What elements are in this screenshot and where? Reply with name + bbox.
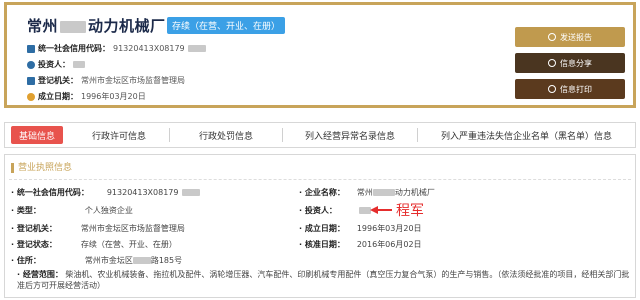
redacted-block [187, 45, 206, 52]
tab-admin-penalty[interactable]: 行政处罚信息 [170, 123, 282, 147]
share-icon [548, 59, 556, 67]
person-icon [27, 60, 35, 69]
field-authority: · 登记机关： 常州市金坛区市场监督管理局 [11, 224, 185, 233]
arrow-left-icon [370, 206, 378, 214]
arrow-line [378, 209, 392, 211]
tab-blacklist[interactable]: 列入严重违法失信企业名单（黑名单）信息 [418, 123, 635, 147]
company-title-suffix: 动力机械厂 [88, 17, 166, 35]
field-founded: · 成立日期： 1996年03月20日 [299, 224, 422, 233]
redacted-block [60, 20, 87, 33]
company-title-prefix: 常州 [27, 17, 59, 35]
field-address: · 住所： 常州市金坛区 路185号 [11, 256, 183, 265]
tab-admin-license[interactable]: 行政许可信息 [69, 123, 169, 147]
header-authority: 登记机关： 常州市金坛区市场监督管理局 [27, 75, 185, 86]
business-license-panel: 营业执照信息 · 统一社会信用代码： 91320413X08179 · 企业名称… [4, 154, 636, 298]
clock-icon [27, 92, 35, 101]
company-header-card: 常州 动力机械厂 存续（在营、开业、在册） 统一社会信用代码： 91320413X… [4, 2, 636, 108]
company-title: 常州 动力机械厂 [27, 15, 166, 36]
field-credit-code: · 统一社会信用代码： 91320413X08179 [11, 187, 201, 198]
id-card-icon [27, 44, 35, 53]
tab-basic-info[interactable]: 基础信息 [11, 126, 64, 144]
print-info-button[interactable]: 信息打印 [515, 79, 625, 99]
redacted-block [182, 189, 201, 196]
send-report-button[interactable]: 发送报告 [515, 27, 625, 47]
field-business-scope: · 经营范围： 柴油机、农业机械装备、拖拉机及配件、涡轮增压器、汽车配件、印刷机… [17, 270, 630, 290]
field-reg-status: · 登记状态： 存续（在营、开业、在册） [11, 240, 177, 249]
handwritten-annotation: 程军 [370, 200, 424, 220]
field-investor: · 投资人： [299, 205, 371, 216]
field-approval-date: · 核准日期： 2016年06月02日 [299, 240, 422, 249]
redacted-block [372, 189, 395, 196]
send-icon [548, 33, 556, 41]
redacted-block [73, 61, 85, 68]
printer-icon [548, 85, 556, 93]
tab-abnormal-list[interactable]: 列入经营异常名录信息 [283, 123, 417, 147]
section-title: 营业执照信息 [11, 163, 72, 173]
field-type: · 类型： 个人独资企业 [11, 206, 133, 215]
divider [9, 179, 631, 180]
info-tabs: 基础信息 行政许可信息 行政处罚信息 列入经营异常名录信息 列入严重违法失信企业… [4, 122, 636, 148]
redacted-block [132, 257, 151, 264]
annotation-name: 程军 [396, 203, 424, 219]
status-badge: 存续（在营、开业、在册） [167, 17, 286, 34]
building-icon [27, 76, 35, 85]
header-founded: 成立日期： 1996年03月20日 [27, 91, 146, 102]
field-company-name: · 企业名称： 常州 动力机械厂 [299, 188, 435, 197]
header-credit-code: 统一社会信用代码： 91320413X08179 [27, 43, 206, 54]
share-info-button[interactable]: 信息分享 [515, 53, 625, 73]
header-investor: 投资人： [27, 59, 85, 70]
